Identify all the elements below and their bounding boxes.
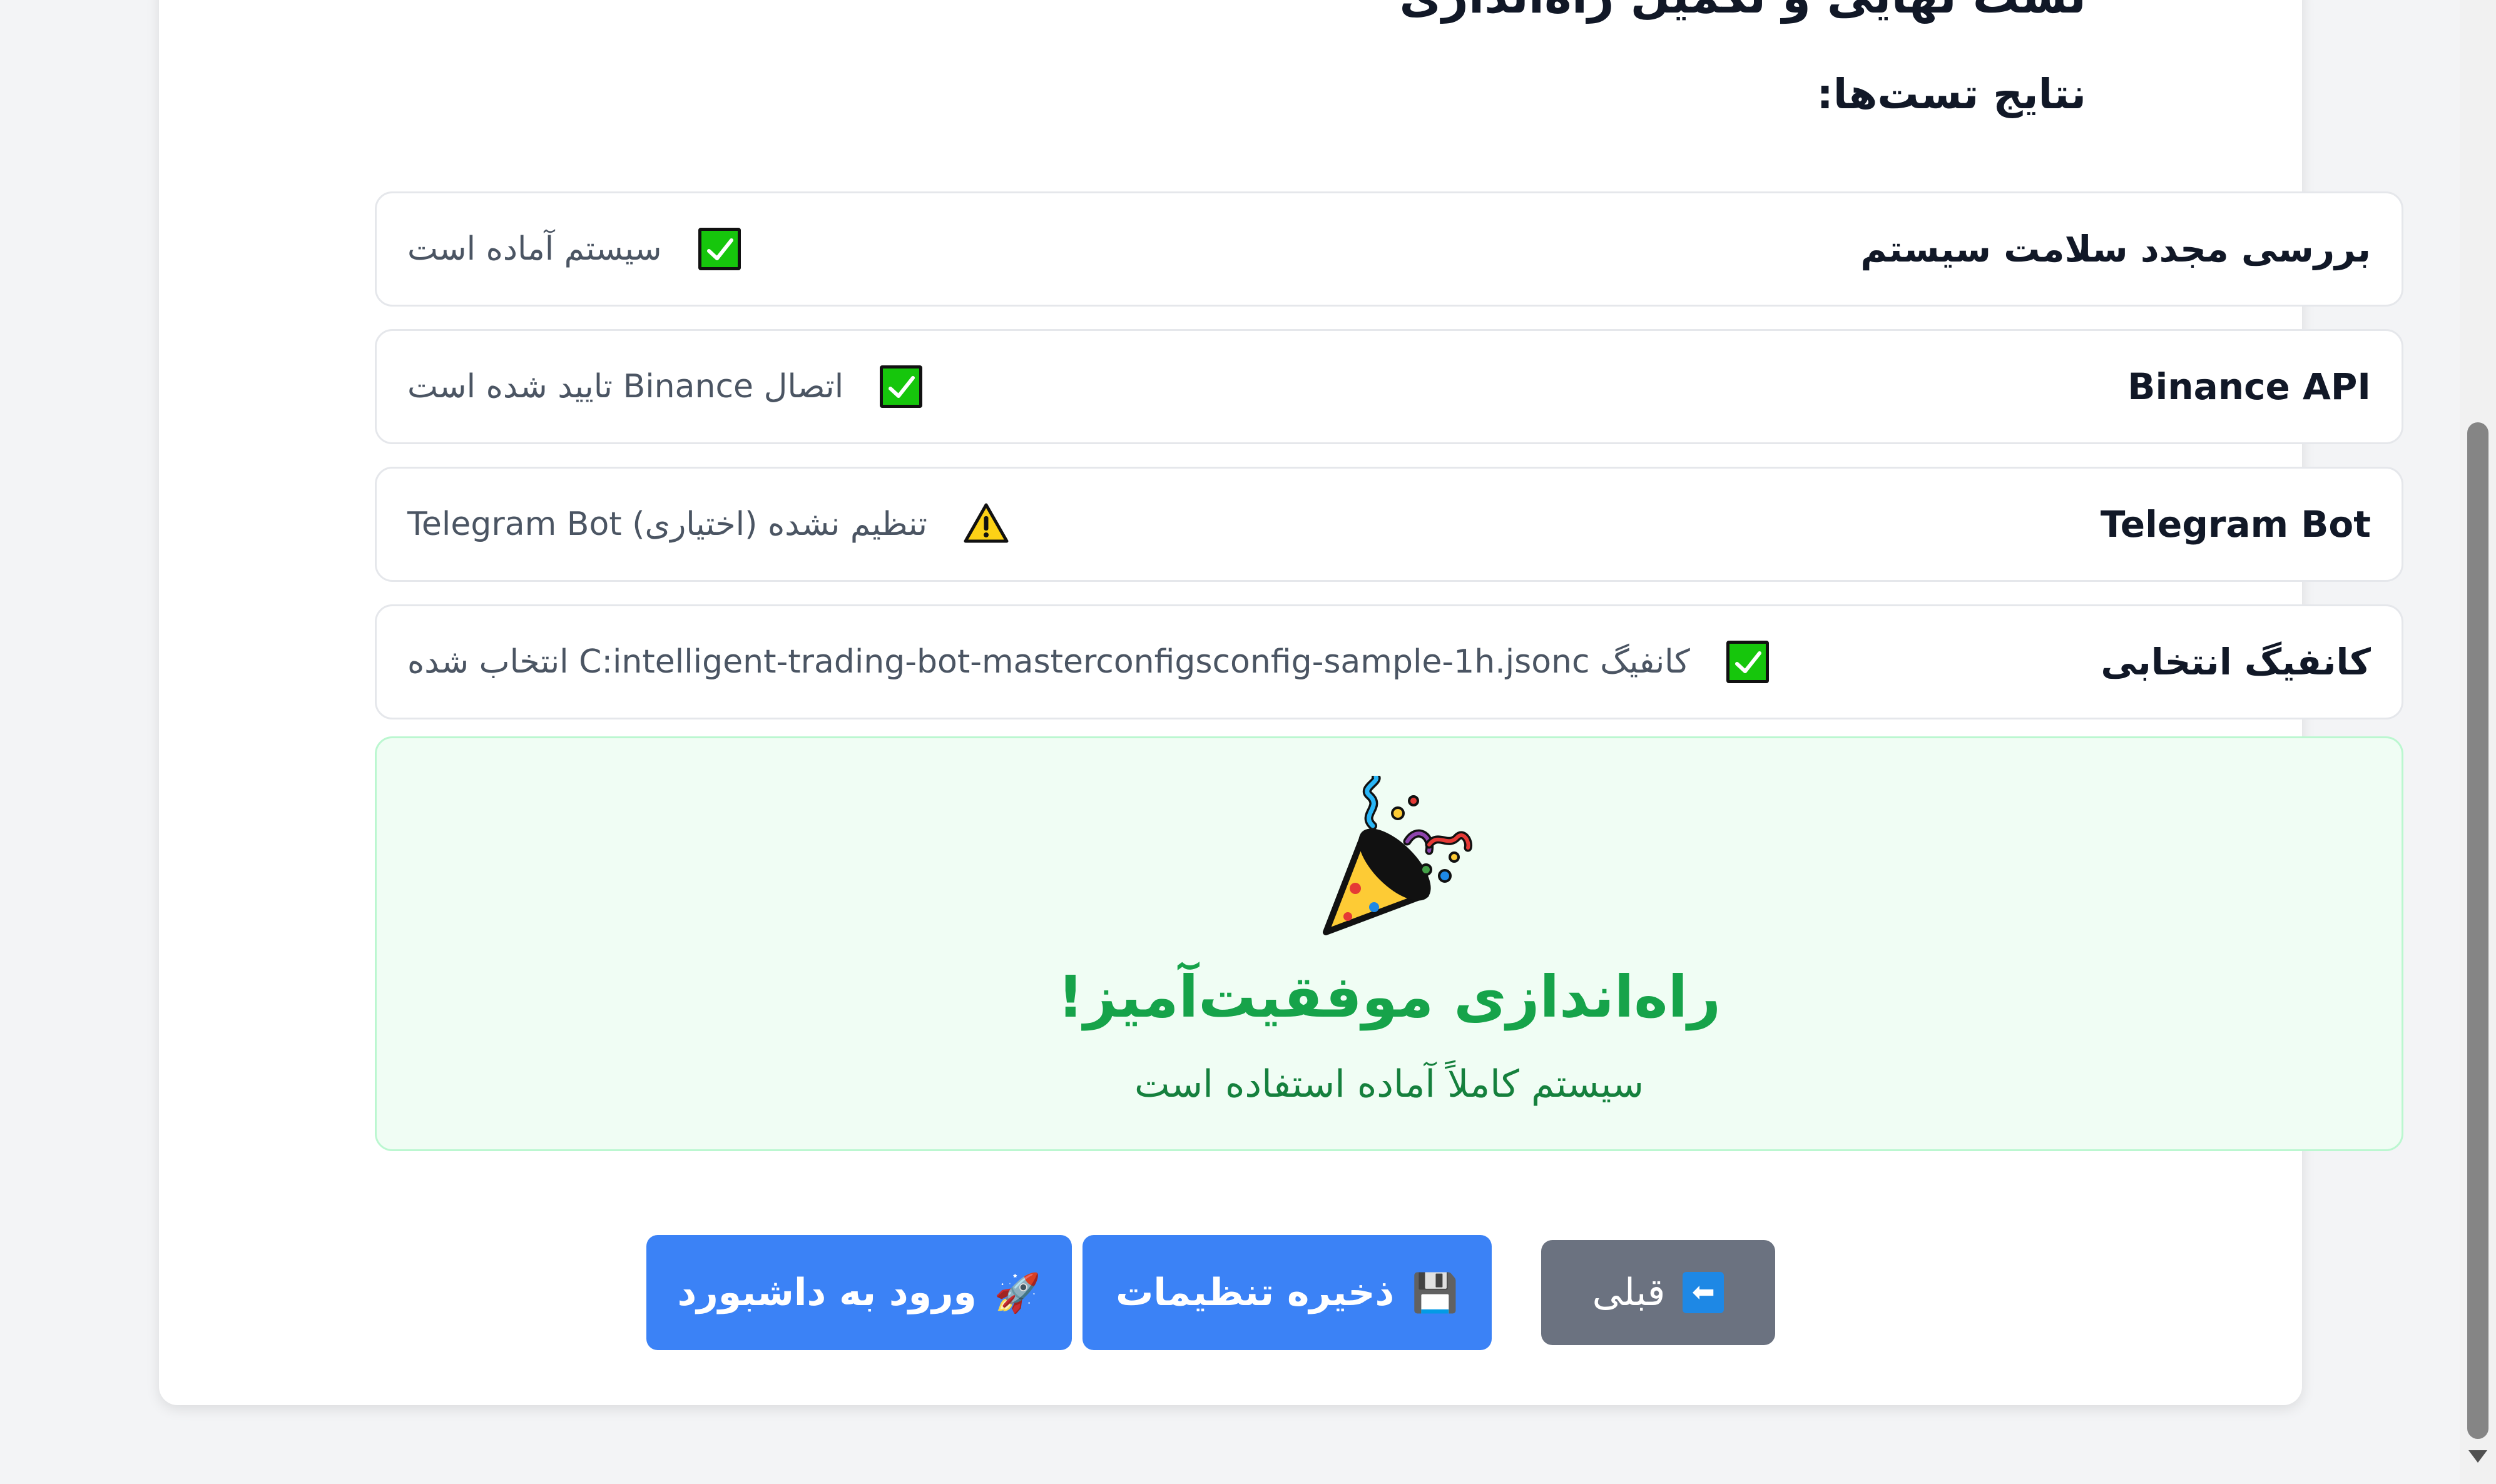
test-name: کانفیگ انتخابی [2101,641,2371,683]
test-status-text: Telegram Bot تنظیم نشده (اختیاری) [407,506,927,543]
test-status: اتصال Binance تایید شده است [407,365,923,408]
enter-dashboard-label: ورود به داشبورد [677,1271,977,1314]
results-heading: نتایج تست‌ها: [1816,70,2086,118]
save-settings-button[interactable]: 💾 ذخیره تنظیمات [1082,1235,1492,1350]
test-row-telegram-bot: Telegram Bot Telegram Bot تنظیم نشده (اخ… [375,467,2403,582]
test-status-text: کانفیگ C:intelligent-trading-bot-masterc… [407,643,1690,681]
save-settings-label: ذخیره تنظیمات [1116,1271,1395,1314]
check-mark-button-icon [698,228,741,270]
party-popper-icon [1323,776,1472,935]
floppy-disk-icon: 💾 [1412,1271,1459,1315]
test-status-text: اتصال Binance تایید شده است [407,368,844,405]
success-subtitle: سیستم کاملاً آماده استفاده است [1134,1062,1644,1106]
test-name: Telegram Bot [2100,503,2371,546]
previous-button[interactable]: ⬅ قبلی [1541,1240,1775,1345]
test-name: Binance API [2127,365,2371,408]
success-title: راه‌اندازی موفقیت‌آمیز! [1057,963,1721,1030]
setup-card: تست نهایی و تکمیل راه‌اندازی نتایج تست‌ه… [159,0,2403,1405]
check-mark-button-icon [1726,641,1769,683]
test-status: سیستم آماده است [407,228,741,270]
test-row-binance-api: Binance API اتصال Binance تایید شده است [375,329,2403,444]
scrollbar-thumb[interactable] [2467,422,2488,1439]
check-mark-button-icon [880,365,923,408]
warning-icon [964,502,1009,546]
scroll-down-arrow-icon[interactable] [2468,1450,2487,1463]
left-arrow-icon: ⬅ [1683,1272,1724,1313]
previous-label: قبلی [1592,1271,1666,1314]
enter-dashboard-button[interactable]: 🚀 ورود به داشبورد [646,1235,1072,1350]
test-status: کانفیگ C:intelligent-trading-bot-masterc… [407,641,1769,683]
test-row-system-health: بررسی مجدد سلامت سیستم سیستم آماده است [375,191,2403,307]
test-row-selected-config: کانفیگ انتخابی کانفیگ C:intelligent-trad… [375,604,2403,719]
rocket-icon: 🚀 [994,1271,1041,1315]
success-panel: راه‌اندازی موفقیت‌آمیز! سیستم کاملاً آما… [375,736,2403,1151]
scrollbar[interactable] [2460,0,2496,1484]
test-status: Telegram Bot تنظیم نشده (اختیاری) [407,502,1009,546]
test-name: بررسی مجدد سلامت سیستم [1860,228,2371,270]
test-status-text: سیستم آماده است [407,230,662,268]
page-title: تست نهایی و تکمیل راه‌اندازی [1399,0,2086,24]
